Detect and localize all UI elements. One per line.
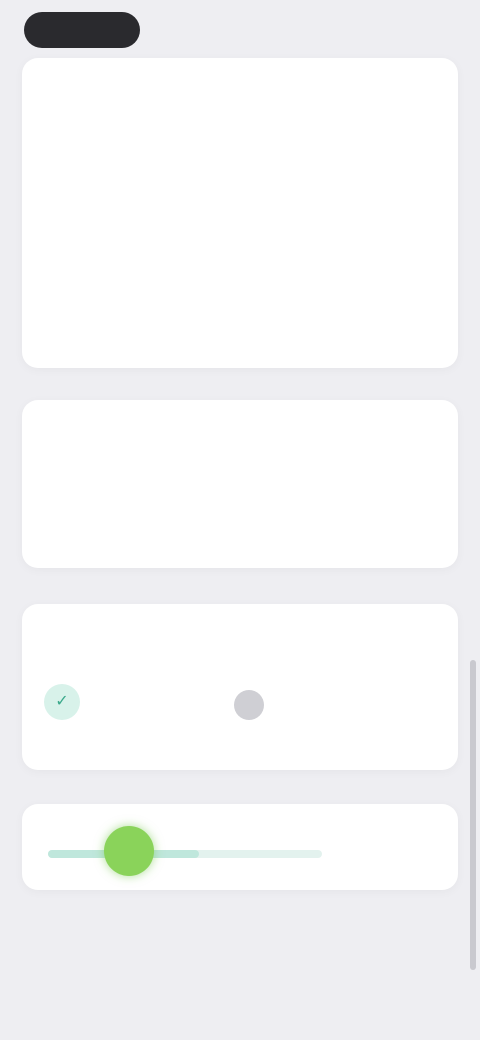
calendar-day[interactable] [94, 168, 152, 196]
calendar-weekdays [36, 120, 444, 140]
calendar-day[interactable] [386, 214, 444, 242]
progress-dot-icon [104, 826, 154, 876]
calendar-day[interactable] [153, 214, 211, 242]
calendar-day[interactable] [94, 214, 152, 242]
weekday-label [386, 120, 444, 140]
weekday-label [36, 120, 94, 140]
back-button[interactable] [24, 12, 140, 48]
top-right-action[interactable] [356, 20, 440, 42]
stat-left [48, 480, 228, 540]
calendar-month [190, 68, 290, 86]
calendar-header [22, 58, 458, 110]
calendar-day[interactable] [36, 214, 94, 242]
calendar-day[interactable] [94, 260, 152, 288]
weekday-label [211, 120, 269, 140]
calendar-day[interactable] [386, 306, 444, 334]
calendar-day[interactable] [269, 214, 327, 242]
calendar-day[interactable] [36, 306, 94, 334]
calendar-card [22, 58, 458, 368]
calendar-day[interactable] [386, 260, 444, 288]
calendar-day[interactable] [211, 260, 269, 288]
progress-track [48, 850, 322, 858]
scrollbar[interactable] [470, 660, 476, 970]
completion-card: ✓ [22, 604, 458, 770]
calendar-year [190, 88, 290, 102]
calendar-day[interactable] [153, 168, 211, 196]
calendar-day[interactable] [94, 306, 152, 334]
calendar-day[interactable] [386, 168, 444, 196]
calendar-grid [36, 168, 444, 338]
stat-right [258, 480, 438, 540]
calendar-action[interactable] [382, 76, 442, 94]
calendar-day[interactable] [269, 306, 327, 334]
summary-card [22, 400, 458, 568]
completion-badge [234, 690, 264, 720]
calendar-day[interactable] [269, 260, 327, 288]
weekday-label [269, 120, 327, 140]
calendar-day[interactable] [211, 214, 269, 242]
weekday-label [94, 120, 152, 140]
weekday-label [153, 120, 211, 140]
progress-card[interactable] [22, 804, 458, 890]
calendar-day[interactable] [327, 260, 385, 288]
weekday-label [327, 120, 385, 140]
calendar-day[interactable] [153, 260, 211, 288]
calendar-day[interactable] [36, 260, 94, 288]
calendar-day[interactable] [327, 168, 385, 196]
completion-row[interactable]: ✓ [38, 674, 442, 744]
footer-link[interactable] [170, 928, 310, 948]
calendar-day[interactable] [153, 306, 211, 334]
calendar-day[interactable] [327, 306, 385, 334]
calendar-day[interactable] [211, 306, 269, 334]
calendar-day[interactable] [269, 168, 327, 196]
calendar-day[interactable] [36, 168, 94, 196]
calendar-day[interactable] [327, 214, 385, 242]
calendar-day[interactable] [211, 168, 269, 196]
calendar-day[interactable] [36, 352, 94, 380]
check-icon: ✓ [44, 684, 80, 720]
